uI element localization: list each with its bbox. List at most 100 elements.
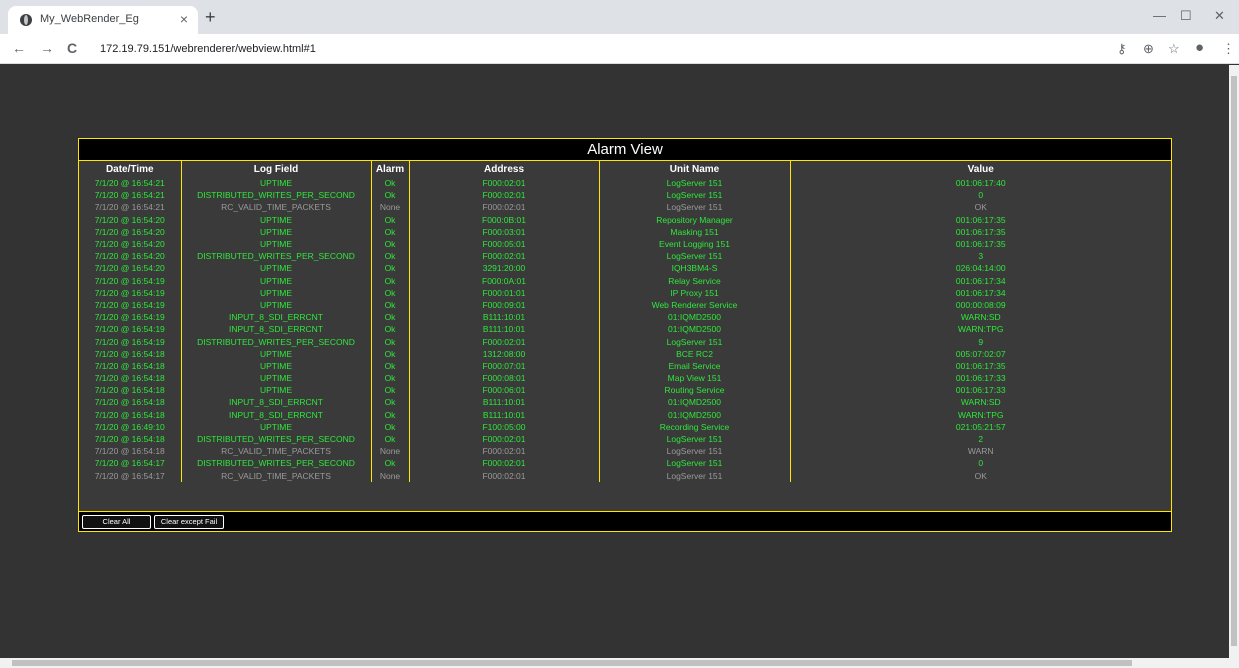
- cell-unit-name: BCE RC2: [599, 347, 791, 360]
- cell-unit-name: IP Proxy 151: [599, 286, 791, 299]
- table-row[interactable]: 7/1/20 @ 16:54:19 UPTIME Ok F000:01:01 IP Pr…: [79, 286, 1171, 299]
- cell-log-field: UPTIME: [181, 274, 372, 287]
- column-header-date-time[interactable]: Date/Time: [79, 161, 182, 177]
- cell-unit-name: LogServer 151: [599, 177, 791, 190]
- cell-log-field: UPTIME: [181, 420, 372, 433]
- cell-alarm: Ok: [371, 225, 410, 238]
- cell-unit-name: Recording Service: [599, 420, 791, 433]
- cell-date-time: 7/1/20 @ 16:54:19: [79, 311, 182, 324]
- table-row[interactable]: 7/1/20 @ 16:54:20 UPTIME Ok F000:05:01 Event…: [79, 237, 1171, 251]
- forward-icon[interactable]: →: [40, 40, 54, 56]
- menu-icon[interactable]: ⋮: [1222, 41, 1235, 57]
- alarm-view-panel: Alarm View Date/Time Log Field Alarm Add…: [78, 138, 1172, 532]
- column-header-address[interactable]: Address: [409, 161, 600, 177]
- cell-log-field: UPTIME: [181, 286, 372, 299]
- cell-unit-name: Masking 151: [599, 225, 791, 238]
- cell-value: 001:06:17:35: [955, 239, 1006, 250]
- cell-log-field: UPTIME: [181, 298, 372, 312]
- table-row[interactable]: 7/1/20 @ 16:54:18 RC_VALID_TIME_PACKETS No…: [79, 445, 1171, 458]
- column-header-log-field[interactable]: Log Field: [181, 161, 372, 177]
- cell-alarm: Ok: [371, 420, 410, 433]
- cell-value: 001:06:17:35: [955, 214, 1006, 225]
- cell-value: 001:06:17:35: [955, 360, 1006, 371]
- cell-date-time: 7/1/20 @ 16:54:20: [79, 225, 182, 238]
- cell-address: F000:02:01: [409, 189, 600, 202]
- table-row[interactable]: 7/1/20 @ 16:54:20 UPTIME Ok 3291:20:00 IQH3B…: [79, 262, 1171, 275]
- cell-log-field: INPUT_8_SDI_ERRCNT: [181, 408, 372, 421]
- table-row[interactable]: 7/1/20 @ 16:54:20 UPTIME Ok F000:03:01 Maski…: [79, 225, 1171, 238]
- table-row[interactable]: 7/1/20 @ 16:54:21 RC_VALID_TIME_PACKETS No…: [79, 201, 1171, 214]
- browser-toolbar: ← → C 172.19.79.151/webrenderer/webview.…: [0, 34, 1239, 64]
- maximize-icon[interactable]: ☐: [1180, 8, 1192, 24]
- cell-address: B111:10:01: [409, 408, 600, 421]
- table-row[interactable]: 7/1/20 @ 16:49:10 UPTIME Ok F100:05:00 Recor…: [79, 420, 1171, 433]
- cell-address: F000:0A:01: [409, 274, 600, 287]
- cell-log-field: UPTIME: [181, 384, 372, 397]
- table-row[interactable]: 7/1/20 @ 16:54:19 UPTIME Ok F000:0A:01 Relay…: [79, 274, 1171, 287]
- reload-icon[interactable]: C: [67, 40, 77, 56]
- browser-tabstrip: My_WebRender_Eg × + — ☐ ✕: [0, 0, 1239, 34]
- cell-alarm: Ok: [371, 347, 410, 360]
- cell-unit-name: Relay Service: [599, 274, 791, 287]
- minimize-icon[interactable]: —: [1153, 8, 1166, 23]
- address-bar[interactable]: 172.19.79.151/webrenderer/webview.html#1: [100, 43, 316, 55]
- table-row[interactable]: 7/1/20 @ 16:54:19 UPTIME Ok F000:09:01 Web R…: [79, 298, 1171, 312]
- window-close-icon[interactable]: ✕: [1214, 8, 1225, 24]
- cell-unit-name: LogServer 151: [599, 201, 791, 214]
- cell-value: 9: [978, 336, 984, 347]
- cell-address: F000:07:01: [409, 359, 600, 372]
- table-row[interactable]: 7/1/20 @ 16:54:18 UPTIME Ok F000:07:01 Email…: [79, 359, 1171, 372]
- bookmark-star-icon[interactable]: ☆: [1168, 41, 1180, 57]
- table-row[interactable]: 7/1/20 @ 16:54:17 RC_VALID_TIME_PACKETS No…: [79, 469, 1171, 482]
- cell-unit-name: 01:IQMD2500: [599, 311, 791, 324]
- table-row[interactable]: 7/1/20 @ 16:54:20 DISTRIBUTED_WRITES_PER_…: [79, 250, 1171, 263]
- close-tab-icon[interactable]: ×: [180, 11, 188, 27]
- column-header-value[interactable]: Value: [790, 161, 1171, 177]
- cell-date-time: 7/1/20 @ 16:54:20: [79, 262, 182, 275]
- table-row[interactable]: 7/1/20 @ 16:54:18 INPUT_8_SDI_ERRCNT Ok B11…: [79, 396, 1171, 409]
- browser-tab[interactable]: My_WebRender_Eg ×: [8, 6, 198, 34]
- cell-log-field: UPTIME: [181, 372, 372, 385]
- cell-address: F000:02:01: [409, 201, 600, 214]
- table-row[interactable]: 7/1/20 @ 16:54:18 DISTRIBUTED_WRITES_PER_…: [79, 432, 1171, 446]
- back-icon[interactable]: ←: [12, 40, 26, 56]
- horizontal-scrollbar-thumb[interactable]: [12, 660, 1132, 666]
- cell-value: 001:06:17:34: [955, 287, 1006, 298]
- cell-alarm: Ok: [371, 372, 410, 385]
- cell-alarm: Ok: [371, 359, 410, 372]
- table-row[interactable]: 7/1/20 @ 16:54:21 DISTRIBUTED_WRITES_PER_…: [79, 189, 1171, 202]
- cell-value: WARN:TPG: [958, 324, 1004, 335]
- table-row[interactable]: 7/1/20 @ 16:54:17 DISTRIBUTED_WRITES_PER_…: [79, 457, 1171, 470]
- column-header-alarm[interactable]: Alarm: [371, 161, 410, 177]
- zoom-icon[interactable]: ⊕: [1143, 41, 1154, 57]
- table-row[interactable]: 7/1/20 @ 16:54:19 DISTRIBUTED_WRITES_PER_…: [79, 335, 1171, 348]
- vertical-scrollbar-thumb[interactable]: [1231, 76, 1237, 646]
- cell-date-time: 7/1/20 @ 16:54:20: [79, 250, 182, 263]
- clear-except-fail-button[interactable]: Clear except Fail: [154, 515, 224, 529]
- cell-unit-name: Routing Service: [599, 384, 791, 397]
- cell-date-time: 7/1/20 @ 16:54:19: [79, 274, 182, 287]
- account-icon[interactable]: ●: [1195, 39, 1204, 56]
- clear-all-button[interactable]: Clear All: [82, 515, 151, 529]
- cell-unit-name: Web Renderer Service: [599, 298, 791, 312]
- cell-log-field: DISTRIBUTED_WRITES_PER_SECOND: [181, 457, 372, 470]
- column-header-unit-name[interactable]: Unit Name: [599, 161, 791, 177]
- table-row[interactable]: 7/1/20 @ 16:54:18 UPTIME Ok F000:08:01 Map V…: [79, 372, 1171, 385]
- cell-address: F000:02:01: [409, 445, 600, 458]
- cell-value: OK: [974, 470, 987, 481]
- table-row[interactable]: 7/1/20 @ 16:54:18 UPTIME Ok F000:06:01 Routi…: [79, 384, 1171, 397]
- cell-address: F000:02:01: [409, 335, 600, 348]
- cell-date-time: 7/1/20 @ 16:54:18: [79, 408, 182, 421]
- cell-date-time: 7/1/20 @ 16:54:17: [79, 469, 182, 482]
- table-row[interactable]: 7/1/20 @ 16:54:18 UPTIME Ok 1312:08:00 BCE R…: [79, 347, 1171, 360]
- cell-alarm: Ok: [371, 298, 410, 312]
- new-tab-icon[interactable]: +: [205, 8, 216, 26]
- key-icon[interactable]: ⚷: [1117, 41, 1127, 57]
- table-row[interactable]: 7/1/20 @ 16:54:19 INPUT_8_SDI_ERRCNT Ok B11…: [79, 323, 1171, 336]
- cell-address: F000:06:01: [409, 384, 600, 397]
- table-row[interactable]: 7/1/20 @ 16:54:18 INPUT_8_SDI_ERRCNT Ok B11…: [79, 408, 1171, 421]
- table-row[interactable]: 7/1/20 @ 16:54:21 UPTIME Ok F000:02:01 LogSe…: [79, 177, 1171, 190]
- cell-log-field: DISTRIBUTED_WRITES_PER_SECOND: [181, 189, 372, 202]
- table-row[interactable]: 7/1/20 @ 16:54:20 UPTIME Ok F000:0B:01 Repos…: [79, 213, 1171, 226]
- table-row[interactable]: 7/1/20 @ 16:54:19 INPUT_8_SDI_ERRCNT Ok B11…: [79, 311, 1171, 324]
